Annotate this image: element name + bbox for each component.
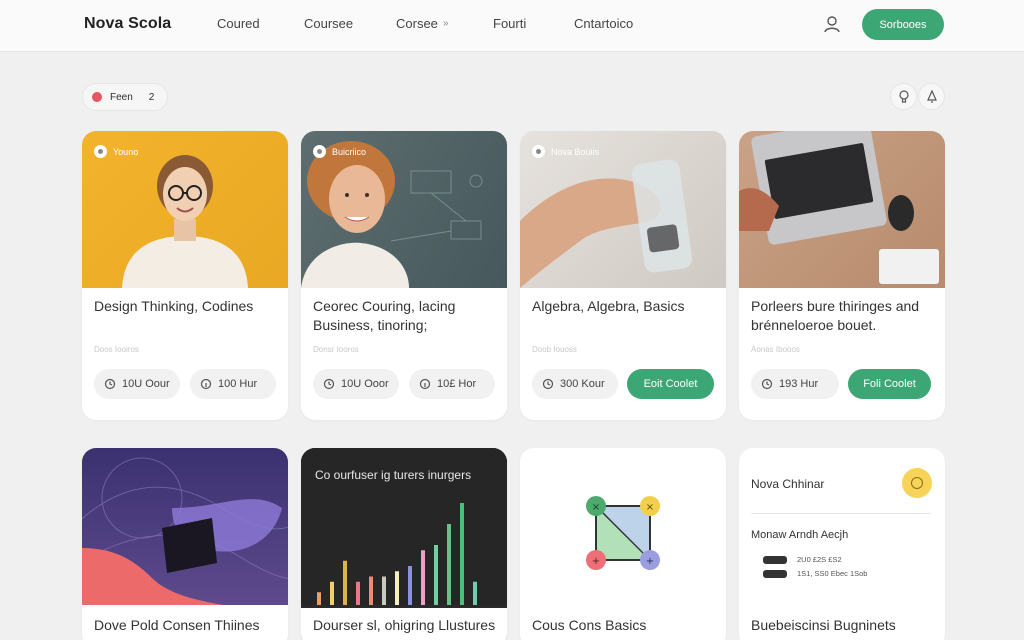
course-image: Buicriico (301, 131, 507, 288)
chart-bar-6 (382, 576, 386, 605)
course-title[interactable]: Design Thinking, Codines (94, 297, 280, 316)
chart-bar-4 (356, 581, 360, 605)
nav-item-fourti[interactable]: Fourti (493, 16, 526, 31)
svg-text:×: × (646, 502, 654, 513)
course-card-basics[interactable]: × × + + Cous Cons Basics (520, 448, 726, 640)
badge-icon (763, 555, 787, 564)
enroll-button[interactable]: Eoit Coolet (627, 369, 714, 399)
tag-icon (313, 145, 326, 158)
svg-text:×: × (592, 502, 600, 513)
chart-bar-3 (343, 560, 347, 605)
course-card-laptop[interactable]: Porleers bure thiringes and brénneloeroe… (739, 131, 945, 420)
course-title[interactable]: Porleers bure thiringes and brénneloeroe… (751, 297, 937, 335)
clock-icon (542, 378, 554, 390)
course-title[interactable]: Dourser sl, ohigring Llustures (301, 608, 507, 640)
chart-bar-8 (408, 566, 412, 605)
duration-pill: 193 Hur (751, 369, 839, 399)
tag-icon (94, 145, 107, 158)
laptop-illustration (739, 131, 939, 284)
chart-bar-7 (395, 571, 399, 605)
course-card-design-thinking[interactable]: Youno Design Thinking, Codines Doos Iooi… (82, 131, 288, 420)
course-card-nova-chhinar[interactable]: Nova Chhinar Monaw Arndh Aecjh 2U0 £2S £… (739, 448, 945, 640)
bell-icon (926, 89, 937, 103)
chart-bar-2 (330, 581, 334, 605)
course-card-business[interactable]: Buicriico Ceorec Couring, lacing Busines… (301, 131, 507, 420)
chart-bar-12 (460, 503, 464, 605)
course-title[interactable]: Dove Pold Consen Thiines (94, 617, 260, 633)
course-image: Nova Bouiis (520, 131, 726, 288)
course-title[interactable]: Algebra, Algebra, Basics (532, 297, 718, 316)
course-subtitle: Aonas Ibooos (751, 345, 800, 354)
nav-chevron-icon: » (443, 18, 449, 29)
chart-bar-9 (421, 550, 425, 605)
lightbulb-icon (898, 89, 909, 103)
hours-pill: 10£ Hor (409, 369, 495, 399)
clock-icon (104, 378, 116, 390)
brand-logo[interactable]: Nova Scola (84, 15, 171, 33)
clock-icon (323, 378, 335, 390)
course-subtitle: Donsr Iooros (313, 345, 359, 354)
divider (751, 513, 931, 514)
info-row: 1S1, SS0 Ebec 1Sob (763, 569, 867, 578)
course-card-algebra[interactable]: Nova Bouiis Algebra, Algebra, Basics Doo… (520, 131, 726, 420)
tag-icon (532, 145, 545, 158)
course-image: Youno (82, 131, 288, 288)
hours-pill: 100 Hur (190, 369, 276, 399)
card-header: Nova Chhinar (751, 477, 825, 491)
status-circle-icon[interactable] (902, 468, 932, 498)
svg-text:+: + (646, 556, 654, 567)
chart-bar-13 (473, 581, 477, 605)
course-card-design[interactable]: Dove Pold Consen Thiines (82, 448, 288, 640)
course-card-chart[interactable]: Co ourfuser ig turers inurgers Dourser s… (301, 448, 507, 640)
chart-bar-11 (447, 524, 451, 605)
course-tag: Youno (94, 145, 138, 158)
chart-bar-1 (317, 592, 321, 605)
filter-chip[interactable]: Feen 2 (82, 83, 168, 111)
info-icon (200, 378, 212, 390)
bar-chart (317, 503, 477, 605)
top-navbar: Nova Scola Coured Coursee Corsee » Fourt… (0, 0, 1024, 52)
course-tag: Nova Bouiis (532, 145, 599, 158)
svg-text:+: + (592, 556, 600, 567)
duration-pill: 300 Kour (532, 369, 618, 399)
info-row: 2U0 £2S £S2 (763, 555, 842, 564)
card-subheader: Monaw Arndh Aecjh (751, 529, 849, 541)
chart-bar-5 (369, 576, 373, 605)
course-image (739, 131, 945, 288)
chart-bar-10 (434, 545, 438, 605)
clock-icon (761, 378, 773, 390)
info-icon (419, 378, 431, 390)
duration-pill: 10U Oour (94, 369, 180, 399)
nav-item-coursee[interactable]: Coursee (304, 16, 353, 31)
course-title[interactable]: Buebeiscinsi Bugninets (751, 617, 896, 633)
signup-button[interactable]: Sorbooes (862, 9, 944, 40)
alert-dot-icon (92, 92, 102, 102)
diagram-illustration: × × + + (586, 496, 660, 570)
course-title[interactable]: Ceorec Couring, lacing Business, tinorin… (313, 297, 499, 335)
nav-item-coured[interactable]: Coured (217, 16, 260, 31)
course-image (82, 448, 288, 605)
bell-button[interactable] (918, 83, 945, 110)
filter-label: Feen (110, 91, 133, 103)
badge-icon (763, 569, 787, 578)
user-icon[interactable] (822, 14, 842, 34)
nav-item-cntartoico[interactable]: Cntartoico (574, 16, 633, 31)
lightbulb-button[interactable] (890, 83, 917, 110)
nav-item-corsee[interactable]: Corsee (396, 16, 438, 31)
enroll-button[interactable]: Foli Coolet (848, 369, 931, 399)
filter-count: 2 (148, 91, 155, 103)
course-subtitle: Doos Iooiros (94, 345, 139, 354)
abstract-illustration (82, 457, 288, 605)
course-tag: Buicriico (313, 145, 366, 158)
course-title[interactable]: Cous Cons Basics (532, 617, 646, 633)
duration-pill: 10U Ooor (313, 369, 399, 399)
course-subtitle: Doob Iouoss (532, 345, 577, 354)
course-chart: Co ourfuser ig turers inurgers (301, 448, 507, 605)
